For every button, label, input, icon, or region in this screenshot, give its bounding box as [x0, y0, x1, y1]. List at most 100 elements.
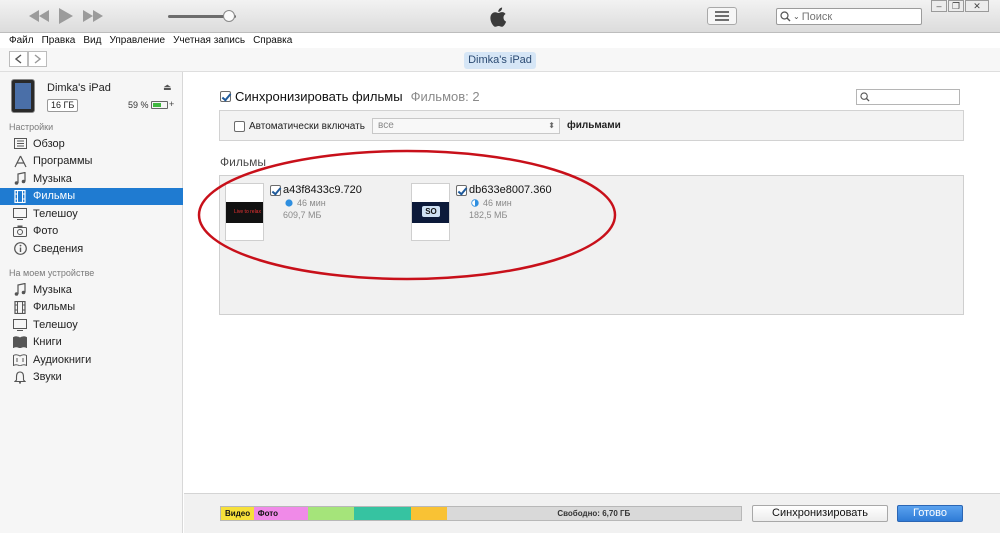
movie-size: 609,7 МБ [283, 210, 322, 220]
overview-icon [13, 137, 27, 151]
battery-icon [151, 101, 168, 109]
film-icon [13, 189, 27, 203]
sidebar: Dimka's iPad ⏏ 16 ГБ 59 % + Настройки Об… [0, 72, 183, 533]
close-icon[interactable]: ✕ [965, 0, 989, 12]
sidebar-item-overview[interactable]: Обзор [0, 135, 183, 152]
sidebar-item-film[interactable]: Фильмы [0, 187, 183, 205]
search-input[interactable] [801, 10, 912, 23]
movie-duration: 46 мин [285, 198, 326, 208]
movie-checkbox[interactable] [270, 185, 281, 196]
sidebar-item-label: Обзор [33, 137, 65, 150]
films-search-input[interactable] [856, 89, 960, 105]
auto-include-checkbox[interactable] [234, 121, 245, 132]
volume-knob[interactable] [223, 10, 236, 22]
menu-item[interactable]: Файл [9, 33, 34, 48]
sidebar-item-device-tv[interactable]: Телешоу [0, 316, 183, 333]
menu-item[interactable]: Вид [83, 33, 101, 48]
menu-item[interactable]: Учетная запись [173, 33, 245, 48]
capacity-segment [308, 507, 355, 520]
sidebar-item-info[interactable]: Сведения [0, 240, 183, 257]
poster-caption: Live to relax [234, 209, 261, 215]
sidebar-item-label: Фильмы [33, 301, 76, 313]
apple-logo-icon [487, 5, 511, 29]
device-name: Dimka's iPad [47, 82, 111, 94]
menu-item[interactable]: Управление [109, 33, 165, 48]
sidebar-item-tv[interactable]: Телешоу [0, 205, 183, 222]
films-panel: Live to relax a43f8433c9.720 46 мин 609,… [219, 175, 964, 315]
battery-percent: 59 % [128, 100, 149, 110]
sidebar-item-label: Аудиокниги [33, 353, 92, 366]
sidebar-item-label: Музыка [33, 172, 72, 185]
chevron-right-icon [34, 54, 41, 64]
capacity-segment: Видео [221, 507, 254, 520]
search-icon [780, 11, 791, 22]
films-count: Фильмов: 2 [410, 89, 480, 104]
sidebar-item-apps[interactable]: Программы [0, 153, 183, 170]
capacity-segment: Фото [253, 507, 309, 520]
sidebar-item-label: Звуки [33, 371, 62, 383]
device-heading: На моем устройстве [9, 268, 95, 278]
free-space-segment: Свободно: 6,70 ГБ [446, 507, 741, 520]
sidebar-item-label: Телешоу [33, 318, 78, 331]
device-pill[interactable]: Dimka's iPad [464, 52, 536, 69]
sidebar-item-label: Программы [33, 155, 93, 167]
ipad-icon [11, 79, 35, 113]
toolbar: ⌄ – ❐ ✕ [0, 0, 1000, 33]
sidebar-item-device-bell[interactable]: Звуки [0, 369, 183, 386]
sync-films-row: Синхронизировать фильмы Фильмов: 2 [220, 89, 480, 104]
charging-icon: + [169, 99, 175, 109]
camera-icon [13, 224, 27, 238]
auto-include-select-value: все [378, 120, 394, 131]
music-icon [13, 283, 27, 297]
play-icon[interactable] [55, 8, 77, 24]
audiobook-icon [13, 353, 27, 367]
auto-include-suffix: фильмами [567, 120, 621, 131]
done-button[interactable]: Готово [897, 505, 963, 522]
bottom-bar: Видео Фото Свободно: 6,70 ГБ Синхронизиров… [184, 493, 1000, 533]
sidebar-item-music[interactable]: Музыка [0, 170, 183, 187]
menu-bar: Файл Правка Вид Управление Учетная запись Спр… [0, 33, 1000, 48]
sync-films-checkbox[interactable] [220, 91, 231, 102]
search-box[interactable]: ⌄ [776, 8, 922, 25]
half-circle-icon [471, 199, 479, 207]
capacity-badge: 16 ГБ [47, 99, 79, 112]
auto-include-select[interactable]: все ⬍ [372, 118, 560, 134]
movie-poster: Live to relax [225, 183, 264, 241]
list-view-button[interactable] [707, 7, 737, 25]
sync-films-label: Синхронизировать фильмы [235, 89, 403, 104]
capacity-segment [354, 507, 411, 520]
sidebar-item-device-film[interactable]: Фильмы [0, 299, 183, 316]
tv-icon [13, 318, 27, 332]
back-button[interactable] [9, 51, 28, 67]
auto-include-label: Автоматически включать [249, 121, 365, 132]
sync-button[interactable]: Синхронизировать [752, 505, 888, 522]
bell-icon [13, 370, 27, 384]
movie-checkbox[interactable] [456, 185, 467, 196]
sidebar-item-label: Фильмы [33, 190, 76, 202]
menu-item[interactable]: Правка [42, 33, 76, 48]
sidebar-item-camera[interactable]: Фото [0, 223, 183, 240]
auto-include-row: Автоматически включать [234, 121, 365, 132]
forward-button[interactable] [28, 51, 47, 67]
movie-title: db633e8007.360 [469, 184, 552, 196]
sidebar-item-device-music[interactable]: Музыка [0, 281, 183, 298]
eject-icon[interactable]: ⏏ [163, 82, 172, 93]
capacity-bar: Видео Фото Свободно: 6,70 ГБ [220, 506, 742, 521]
rewind-icon[interactable] [28, 8, 50, 24]
minimize-icon[interactable]: – [931, 0, 947, 12]
auto-include-panel: Автоматически включать все ⬍ фильмами [219, 110, 964, 141]
menu-item[interactable]: Справка [253, 33, 292, 48]
movie-title: a43f8433c9.720 [283, 184, 362, 196]
sidebar-item-device-audiobook[interactable]: Аудиокниги [0, 351, 183, 368]
movie-size: 182,5 МБ [469, 210, 508, 220]
film-icon [13, 300, 27, 314]
restore-icon[interactable]: ❐ [948, 0, 964, 12]
sidebar-item-device-book[interactable]: Книги [0, 334, 183, 351]
settings-heading: Настройки [9, 122, 54, 132]
tv-icon [13, 207, 27, 221]
sidebar-item-label: Книги [33, 336, 62, 348]
chevron-down-icon: ⌄ [793, 12, 800, 21]
fast-forward-icon[interactable] [82, 8, 104, 24]
apps-icon [13, 154, 27, 168]
chevron-left-icon [15, 54, 22, 64]
